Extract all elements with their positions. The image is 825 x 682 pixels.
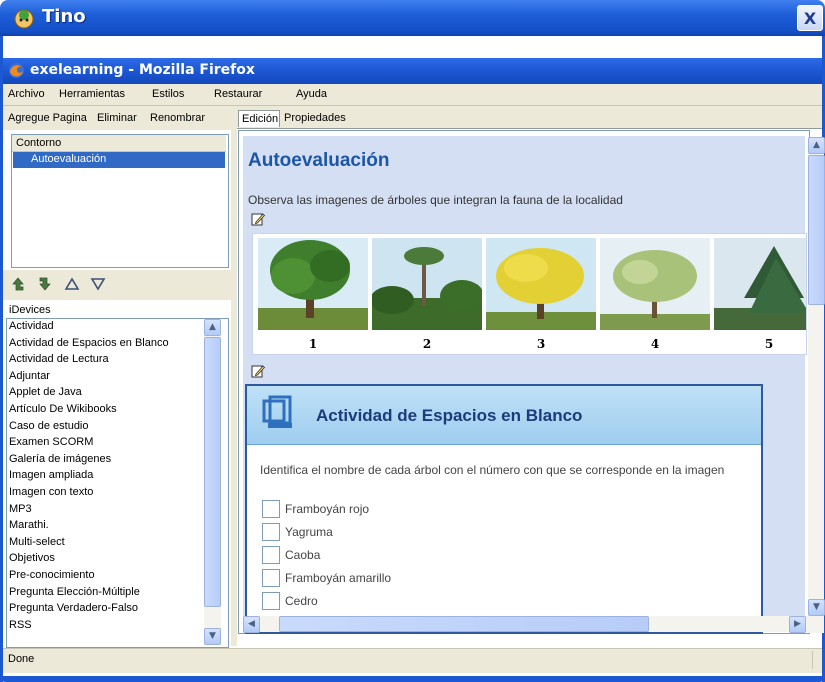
idevice-item[interactable]: Actividad de Lectura bbox=[9, 353, 109, 365]
gallery-number: 3 bbox=[536, 337, 546, 351]
status-cell bbox=[812, 651, 821, 669]
tab-edicion[interactable]: Edición bbox=[238, 110, 280, 127]
idevice-item[interactable]: Examen SCORM bbox=[9, 436, 93, 448]
gallery-number: 2 bbox=[422, 337, 432, 351]
outline-toolbar: Agregue Pagina Eliminar Renombrar bbox=[3, 106, 231, 130]
gallery-number: 4 bbox=[650, 337, 660, 351]
window-border-bottom bbox=[0, 676, 825, 682]
window-border-left bbox=[0, 36, 3, 682]
app-icon bbox=[14, 9, 34, 29]
blank-input[interactable] bbox=[262, 500, 280, 518]
cloze-activity-icon bbox=[262, 395, 292, 428]
scroll-thumb[interactable] bbox=[204, 337, 221, 607]
menu-herramientas[interactable]: Herramientas bbox=[59, 88, 125, 100]
idevice-item[interactable]: Galería de imágenes bbox=[9, 453, 111, 465]
content-horizontal-scrollbar[interactable]: ◀ ▶ bbox=[243, 616, 808, 633]
close-window-button[interactable]: X bbox=[797, 5, 823, 31]
tree-image-5[interactable] bbox=[714, 238, 807, 330]
idevice-item[interactable]: Marathi. bbox=[9, 519, 49, 531]
outer-window-title: Tino bbox=[42, 6, 86, 27]
edit-pencil-icon[interactable] bbox=[251, 364, 265, 378]
scroll-left-button[interactable]: ◀ bbox=[243, 616, 260, 633]
gallery-number: 5 bbox=[764, 337, 774, 351]
scroll-up-button[interactable]: ▲ bbox=[204, 319, 221, 336]
idevice-item[interactable]: Artículo De Wikibooks bbox=[9, 403, 117, 415]
outer-client-area bbox=[3, 36, 822, 58]
scroll-thumb[interactable] bbox=[279, 616, 649, 632]
idevices-label: iDevices bbox=[9, 304, 51, 316]
tree-image-2[interactable] bbox=[372, 238, 482, 330]
add-page-button[interactable]: Agregue Pagina bbox=[8, 112, 87, 124]
outline-item-label: Autoevaluación bbox=[31, 153, 107, 165]
firefox-icon bbox=[9, 63, 24, 78]
tree-image-1[interactable] bbox=[258, 238, 368, 330]
idevice-item[interactable]: Imagen con texto bbox=[9, 486, 93, 498]
blank-label: Framboyán amarillo bbox=[285, 571, 392, 585]
menu-bar: Archivo Herramientas Estilos Restaurar A… bbox=[3, 84, 822, 106]
scroll-down-button[interactable]: ▼ bbox=[204, 628, 221, 645]
menu-archivo[interactable]: Archivo bbox=[8, 88, 45, 100]
status-text: Done bbox=[8, 653, 35, 665]
move-up-icon[interactable] bbox=[64, 276, 80, 292]
menu-restaurar[interactable]: Restaurar bbox=[214, 88, 262, 100]
idevice-item[interactable]: Pregunta Elección-Múltiple bbox=[9, 586, 140, 598]
gallery-number: 1 bbox=[308, 337, 318, 351]
scroll-right-button[interactable]: ▶ bbox=[789, 616, 806, 633]
outline-item-autoevaluacion[interactable]: Autoevaluación bbox=[13, 152, 225, 168]
idevice-item[interactable]: Pregunta Verdadero-Falso bbox=[9, 602, 138, 614]
blank-label: Cedro bbox=[285, 594, 318, 608]
rename-page-button[interactable]: Renombrar bbox=[150, 112, 205, 124]
idevice-item[interactable]: Objetivos bbox=[9, 552, 55, 564]
menu-estilos[interactable]: Estilos bbox=[152, 88, 184, 100]
idevice-item[interactable]: Pre-conocimiento bbox=[9, 569, 95, 581]
idevice-item[interactable]: Multi-select bbox=[9, 536, 65, 548]
blank-input[interactable] bbox=[262, 523, 280, 541]
image-gallery: 1 2 3 4 5 bbox=[252, 233, 807, 355]
blank-label: Caoba bbox=[285, 548, 321, 562]
pane-splitter[interactable] bbox=[231, 106, 237, 646]
scroll-thumb[interactable] bbox=[808, 155, 825, 305]
move-down-icon[interactable] bbox=[90, 276, 106, 292]
outline-root-item[interactable]: Contorno bbox=[12, 135, 226, 152]
blank-label: Yagruma bbox=[285, 525, 333, 539]
idevice-item[interactable]: Adjuntar bbox=[9, 370, 50, 382]
scroll-up-button[interactable]: ▲ bbox=[808, 137, 825, 154]
promote-arrow-icon[interactable] bbox=[10, 276, 26, 292]
activity-title: Actividad de Espacios en Blanco bbox=[316, 406, 583, 425]
tree-image-4[interactable] bbox=[600, 238, 710, 330]
blank-input[interactable] bbox=[262, 546, 280, 564]
idevices-list bbox=[6, 318, 229, 648]
content-vertical-scrollbar[interactable]: ▲ ▼ bbox=[808, 137, 825, 633]
activity-instructions: Identifica el nombre de cada árbol con e… bbox=[260, 463, 725, 477]
browser-title: exelearning - Mozilla Firefox bbox=[30, 62, 255, 78]
idevice-item[interactable]: Actividad bbox=[9, 320, 54, 332]
idevice-item[interactable]: Applet de Java bbox=[9, 386, 82, 398]
tree-image-3[interactable] bbox=[486, 238, 596, 330]
idevices-scrollbar[interactable]: ▲ ▼ bbox=[204, 319, 221, 645]
demote-arrow-icon[interactable] bbox=[37, 276, 53, 292]
idevice-item[interactable]: RSS bbox=[9, 619, 32, 631]
blank-input[interactable] bbox=[262, 592, 280, 610]
idevice-item[interactable]: Imagen ampliada bbox=[9, 469, 93, 481]
blank-label: Framboyán rojo bbox=[285, 502, 370, 516]
intro-text: Observa las imagenes de árboles que inte… bbox=[248, 193, 623, 207]
scroll-down-button[interactable]: ▼ bbox=[808, 599, 825, 616]
page-title: Autoevaluación bbox=[248, 150, 390, 171]
menu-ayuda[interactable]: Ayuda bbox=[296, 88, 327, 100]
blank-input[interactable] bbox=[262, 569, 280, 587]
outer-window-titlebar bbox=[0, 0, 825, 36]
tab-propiedades[interactable]: Propiedades bbox=[281, 110, 349, 127]
outline-root-label: Contorno bbox=[16, 137, 62, 149]
idevice-item[interactable]: Actividad de Espacios en Blanco bbox=[9, 337, 169, 349]
idevice-item[interactable]: Caso de estudio bbox=[9, 420, 89, 432]
delete-page-button[interactable]: Eliminar bbox=[97, 112, 137, 124]
idevice-item[interactable]: MP3 bbox=[9, 503, 32, 515]
edit-pencil-icon[interactable] bbox=[251, 212, 265, 226]
status-bar bbox=[3, 648, 822, 673]
